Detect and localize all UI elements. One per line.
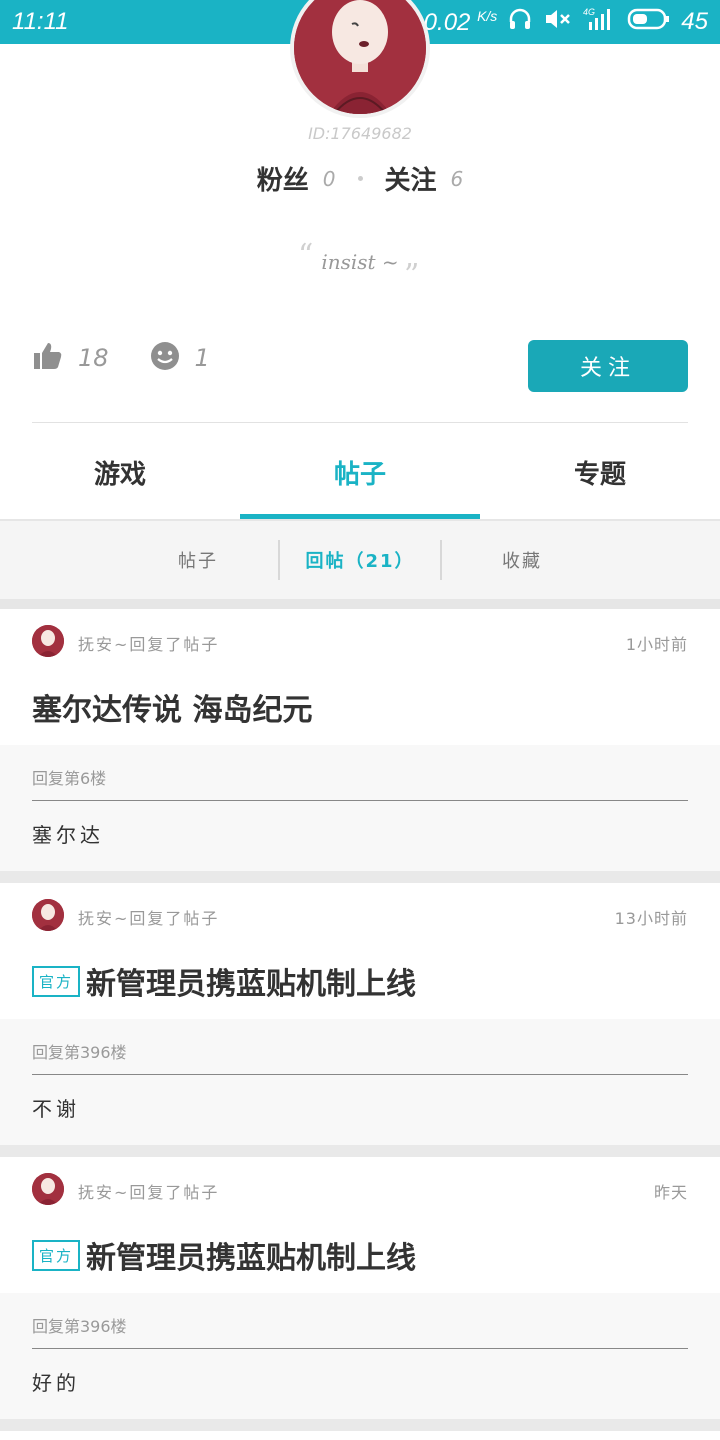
reply-floor: 回复第396楼: [32, 1043, 127, 1062]
reply-time: 昨天: [653, 1183, 688, 1202]
reply-content[interactable]: 回复第396楼 好的: [0, 1293, 720, 1419]
user-avatar[interactable]: [32, 1173, 64, 1205]
smiles-count: 1: [194, 344, 210, 372]
status-time: 11:11: [12, 8, 69, 35]
official-badge: 官方: [32, 1239, 81, 1271]
reply-time: 1小时前: [625, 635, 688, 654]
reply-card[interactable]: 抚安~回复了帖子 昨天 官方 新管理员携蓝贴机制上线 回复第396楼 好的: [0, 1157, 720, 1419]
fans-following-row: 粉丝 0 关注 6: [0, 160, 720, 197]
reply-divider: [32, 800, 688, 801]
motto-text: insist ~: [321, 250, 399, 274]
separator-dot: [357, 176, 363, 181]
thumbs-up-icon[interactable]: [32, 340, 64, 376]
reply-time: 13小时前: [614, 909, 688, 928]
reply-content[interactable]: 回复第6楼 塞尔达: [0, 745, 720, 871]
card-gap: [0, 1145, 720, 1157]
user-avatar[interactable]: [32, 899, 64, 931]
subtab-replies[interactable]: 回帖（21）: [280, 547, 440, 573]
reply-user-action[interactable]: 抚安~回复了帖子: [78, 1179, 219, 1203]
divider: [32, 422, 688, 423]
close-quote-icon: ”: [404, 258, 420, 293]
reply-card[interactable]: 抚安~回复了帖子 1小时前 塞尔达传说 海岛纪元 回复第6楼 塞尔达: [0, 609, 720, 871]
fans-label[interactable]: 粉丝: [257, 160, 309, 197]
status-right: 0.02 K/s 4G 45: [423, 6, 708, 39]
smile-icon[interactable]: [149, 340, 181, 376]
reply-text: 塞尔达: [32, 823, 104, 847]
reply-content[interactable]: 回复第396楼 不谢: [0, 1019, 720, 1145]
headphones-icon: [507, 6, 533, 39]
section-gap: [0, 599, 720, 609]
post-title[interactable]: 官方 新管理员携蓝贴机制上线: [0, 1217, 720, 1293]
tab-topics[interactable]: 专题: [480, 424, 720, 520]
reply-text: 不谢: [32, 1097, 80, 1121]
reply-user-action[interactable]: 抚安~回复了帖子: [78, 905, 219, 929]
following-label[interactable]: 关注: [385, 160, 437, 197]
follow-button[interactable]: 关注: [528, 340, 688, 392]
user-id: ID:17649682: [308, 124, 412, 143]
reply-card[interactable]: 抚安~回复了帖子 13小时前 官方 新管理员携蓝贴机制上线 回复第396楼 不谢: [0, 883, 720, 1145]
mute-icon: [543, 6, 573, 39]
card-gap: [0, 1419, 720, 1431]
reply-floor: 回复第6楼: [32, 769, 107, 788]
net-speed: 0.02 K/s: [423, 7, 498, 36]
fans-count[interactable]: 0: [323, 167, 336, 191]
avatar-illustration: [294, 0, 426, 114]
reply-user-action[interactable]: 抚安~回复了帖子: [78, 631, 219, 655]
battery-icon: [627, 6, 671, 39]
subtab-favorites[interactable]: 收藏: [442, 547, 602, 573]
reply-divider: [32, 1074, 688, 1075]
reply-divider: [32, 1348, 688, 1349]
sub-tabs: 帖子 回帖（21） 收藏: [0, 521, 720, 599]
post-title[interactable]: 塞尔达传说 海岛纪元: [0, 669, 720, 745]
profile-avatar[interactable]: [290, 0, 430, 118]
profile-stats: 18 1: [32, 340, 236, 376]
network-type-label: 4G: [583, 7, 595, 17]
subtab-posts[interactable]: 帖子: [118, 547, 278, 573]
main-tabs: 游戏 帖子 专题: [0, 424, 720, 520]
reply-floor: 回复第396楼: [32, 1317, 127, 1336]
likes-count: 18: [78, 344, 109, 372]
tab-games[interactable]: 游戏: [0, 424, 240, 520]
card-gap: [0, 871, 720, 883]
tab-posts[interactable]: 帖子: [240, 424, 480, 520]
user-avatar[interactable]: [32, 625, 64, 657]
official-badge: 官方: [32, 965, 81, 997]
battery-level: 45: [681, 8, 708, 35]
following-count[interactable]: 6: [451, 167, 464, 191]
post-title[interactable]: 官方 新管理员携蓝贴机制上线: [0, 943, 720, 1019]
reply-text: 好的: [32, 1371, 80, 1395]
signal-icon: 4G: [583, 6, 617, 39]
